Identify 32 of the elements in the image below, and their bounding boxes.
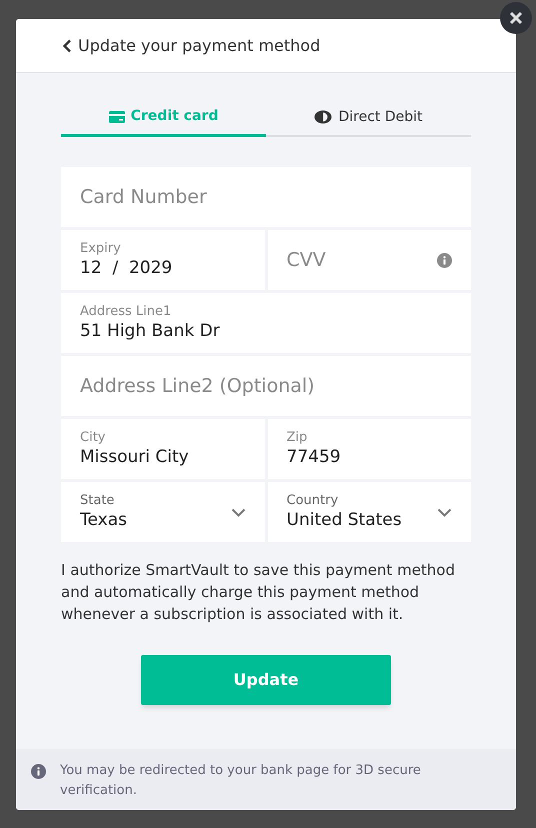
field-value: Texas	[80, 509, 127, 531]
field-label: Country	[286, 493, 340, 509]
info-icon	[31, 764, 46, 779]
chevron-left-icon	[62, 38, 72, 52]
field-value: 51 High Bank Dr	[80, 320, 220, 342]
placeholder-text: CVV	[286, 248, 326, 273]
field-label: City	[80, 430, 106, 446]
tab[interactable]: Direct Debit	[266, 99, 471, 137]
close-icon	[509, 11, 523, 25]
field-label: Address Line1	[80, 304, 172, 320]
input-field[interactable]: Address Line1 51 High Bank Dr	[61, 293, 471, 353]
select-field[interactable]: Country United States	[268, 482, 471, 542]
field-label: Zip	[286, 430, 308, 446]
placeholder-text: Card Number	[80, 184, 207, 210]
field-label: State	[80, 493, 116, 509]
credit-card-icon	[108, 110, 125, 122]
field-value: 77459	[286, 446, 341, 468]
chevron-down-icon	[437, 508, 452, 516]
close-button[interactable]	[500, 2, 532, 34]
input-field[interactable]: City Missouri City	[61, 419, 264, 479]
field-label: Expiry	[80, 241, 121, 257]
eye-icon	[314, 110, 332, 124]
consent-text: I authorize SmartVault to save this payment method and automatically charge this payment method whenever a subscription is associated with it.	[61, 560, 456, 625]
chevron-down-icon	[230, 508, 246, 516]
field-value: 12 / 2029	[80, 257, 172, 279]
input-field[interactable]: Zip 77459	[268, 419, 471, 479]
select-field[interactable]: State Texas	[61, 482, 264, 542]
field-value: Missouri City	[80, 446, 189, 468]
input-field[interactable]: Expiry 12 / 2029	[61, 230, 264, 290]
placeholder-text: Address Line2 (Optional)	[80, 374, 315, 399]
footer-note: You may be redirected to your bank page for 3D secure verification.	[60, 762, 422, 800]
field-value: United States	[286, 509, 402, 531]
